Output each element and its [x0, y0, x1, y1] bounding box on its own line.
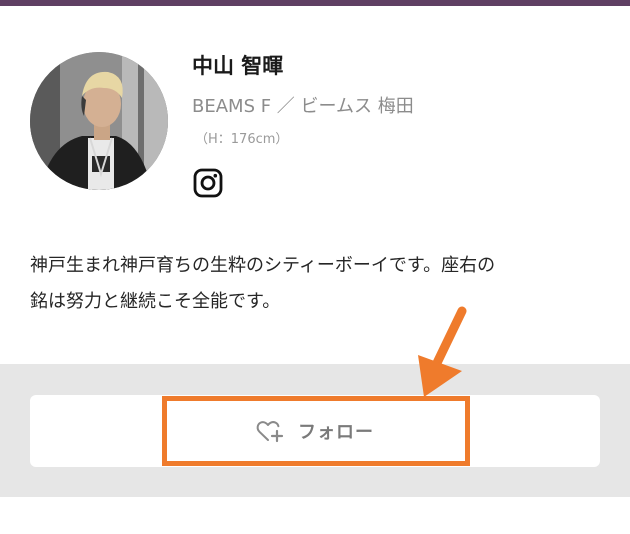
staff-avatar	[30, 52, 168, 190]
staff-shop[interactable]: BEAMS F ／ ビームス 梅田	[192, 92, 414, 118]
heart-plus-icon	[256, 421, 284, 443]
follow-label: フォロー	[298, 422, 374, 443]
instagram-link[interactable]	[193, 168, 223, 198]
bio-line: 神戸生まれ神戸育ちの生粋のシティーボーイです。座右の	[30, 255, 496, 276]
bio-line: 銘は努力と継続こそ全能です。	[30, 291, 281, 312]
staff-bio: 神戸生まれ神戸育ちの生粋のシティーボーイです。座右の 銘は努力と継続こそ全能です…	[30, 248, 600, 320]
top-accent-bar	[0, 0, 630, 6]
staff-name: 中山 智暉	[192, 54, 284, 78]
follow-button[interactable]: フォロー	[30, 395, 600, 467]
instagram-icon	[193, 168, 223, 198]
staff-height: （H：176cm）	[195, 132, 289, 147]
